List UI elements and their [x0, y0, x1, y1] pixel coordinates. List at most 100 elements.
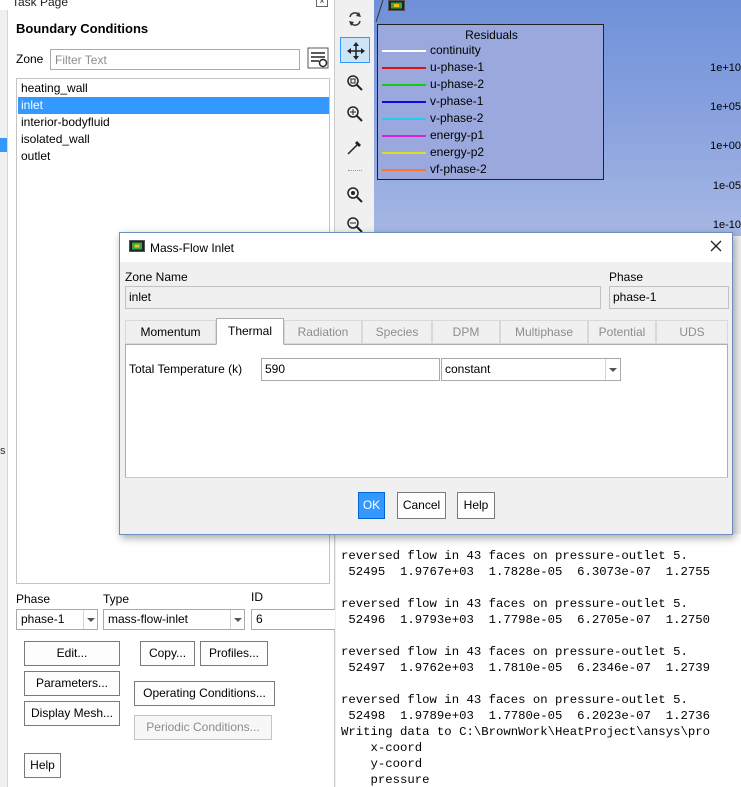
zone-label: Zone	[16, 52, 44, 66]
phase-select[interactable]: phase-1	[16, 609, 98, 630]
legend-label: energy-p2	[430, 145, 485, 159]
close-icon[interactable]: ×	[316, 0, 328, 7]
dialog-title: Mass-Flow Inlet	[150, 241, 235, 255]
zone-item-outlet[interactable]: outlet	[18, 148, 329, 165]
total-temperature-method-select[interactable]: constant	[441, 358, 621, 381]
legend-swatch	[382, 169, 426, 171]
console-line: 52498 1.9789e+03 1.7780e-05 6.2023e-07 1…	[341, 709, 710, 723]
mass-flow-inlet-dialog: Mass-Flow Inlet Zone Name inlet Phase ph…	[119, 232, 733, 535]
legend-entry: continuity	[382, 42, 602, 59]
y-tick-label: 1e-05	[712, 180, 741, 192]
close-icon[interactable]	[708, 238, 724, 254]
outline-selection-marker	[0, 138, 7, 152]
console-line: reversed flow in 43 faces on pressure-ou…	[341, 693, 688, 707]
dialog-phase-label: Phase	[609, 270, 644, 284]
legend-title: Residuals	[465, 28, 518, 42]
y-tick-label: 1e+00	[710, 140, 741, 152]
cancel-button[interactable]: Cancel	[397, 492, 446, 519]
zone-item-isolated-wall[interactable]: isolated_wall	[18, 131, 329, 148]
thermal-tab-panel: Total Temperature (k) 590 constant	[125, 344, 728, 478]
legend-label: energy-p1	[430, 128, 485, 142]
total-temperature-input[interactable]: 590	[261, 358, 440, 381]
dialog-divider	[125, 477, 728, 478]
tab-species[interactable]: Species	[362, 320, 432, 344]
tab-radiation[interactable]: Radiation	[284, 320, 362, 344]
legend-entry: vf-phase-2	[382, 161, 602, 178]
graphics-window[interactable]: Residuals continuity u-phase-1 u-phase-2 v-…	[374, 0, 741, 236]
tab-potential[interactable]: Potential	[588, 320, 656, 344]
rotate-icon[interactable]	[340, 6, 370, 32]
zoom-fit-icon[interactable]	[340, 70, 370, 96]
zoom-box-icon[interactable]	[340, 182, 370, 208]
console-line: 52495 1.9767e+03 1.7828e-05 6.3073e-07 1…	[341, 565, 710, 579]
legend-entry: energy-p2	[382, 144, 602, 161]
chevron-down-icon	[230, 610, 244, 629]
id-field[interactable]: 6	[251, 609, 335, 630]
chevron-down-icon	[83, 610, 97, 629]
phase-label: Phase	[16, 592, 51, 606]
id-label: ID	[251, 590, 263, 604]
tab-uds[interactable]: UDS	[656, 320, 728, 344]
zone-item-interior-bodyfluid[interactable]: interior-bodyfluid	[18, 114, 329, 131]
legend-swatch	[382, 50, 426, 52]
zoom-in-icon[interactable]	[340, 101, 370, 127]
id-field-value: 6	[256, 612, 263, 626]
chevron-down-icon	[605, 359, 620, 380]
legend-swatch	[382, 101, 426, 103]
panel-title: Boundary Conditions	[16, 21, 149, 36]
y-tick-label: 1e+10	[710, 62, 741, 74]
legend-label: v-phase-2	[430, 111, 484, 125]
type-select-value: mass-flow-inlet	[108, 612, 189, 626]
probe-icon[interactable]	[340, 134, 370, 160]
dialog-phase-field[interactable]: phase-1	[609, 286, 729, 309]
type-label: Type	[103, 592, 130, 606]
console-line: Writing data to C:\BrownWork\HeatProject…	[341, 725, 710, 739]
help-button[interactable]: Help	[24, 753, 61, 778]
legend-swatch	[382, 67, 426, 69]
residuals-legend: Residuals continuity u-phase-1 u-phase-2 v-…	[377, 24, 604, 180]
y-tick-label: 1e+05	[710, 101, 741, 113]
legend-label: vf-phase-2	[430, 162, 487, 176]
zone-name-field[interactable]: inlet	[125, 286, 601, 309]
legend-swatch	[382, 118, 426, 120]
total-temperature-label: Total Temperature (k)	[129, 362, 243, 376]
legend-entry: v-phase-2	[382, 110, 602, 127]
console-line: reversed flow in 43 faces on pressure-ou…	[341, 645, 688, 659]
periodic-conditions-button[interactable]: Periodic Conditions...	[134, 715, 272, 740]
dialog-help-button[interactable]: Help	[457, 492, 495, 519]
profiles-button[interactable]: Profiles...	[200, 641, 268, 666]
operating-conditions-button[interactable]: Operating Conditions...	[134, 681, 275, 706]
fluent-logo-icon	[388, 0, 405, 11]
parameters-button[interactable]: Parameters...	[24, 671, 120, 696]
zone-item-inlet[interactable]: inlet	[18, 97, 329, 114]
tab-momentum[interactable]: Momentum	[125, 320, 216, 344]
dialog-titlebar[interactable]: Mass-Flow Inlet	[120, 233, 732, 262]
console-line: reversed flow in 43 faces on pressure-ou…	[341, 549, 688, 563]
console-output[interactable]: reversed flow in 43 faces on pressure-ou…	[336, 534, 741, 787]
ok-button[interactable]: OK	[358, 492, 385, 519]
legend-label: v-phase-1	[430, 94, 484, 108]
tab-thermal[interactable]: Thermal	[216, 318, 284, 345]
outline-tree-strip: s	[0, 10, 8, 787]
legend-entry: energy-p1	[382, 127, 602, 144]
copy-button[interactable]: Copy...	[140, 641, 195, 666]
pan-icon[interactable]	[340, 37, 370, 63]
phase-select-value: phase-1	[21, 612, 65, 626]
tab-multiphase[interactable]: Multiphase	[500, 320, 588, 344]
graphics-toolbar	[336, 0, 374, 236]
zone-filter-input[interactable]	[50, 49, 300, 70]
legend-entry: u-phase-2	[382, 76, 602, 93]
type-select[interactable]: mass-flow-inlet	[103, 609, 245, 630]
zone-item-heating-wall[interactable]: heating_wall	[18, 80, 329, 97]
fluent-logo-icon	[129, 240, 145, 252]
filter-options-icon[interactable]	[307, 47, 329, 69]
console-line: pressure	[341, 773, 430, 787]
outline-text-fragment: s	[0, 445, 6, 457]
tab-dpm[interactable]: DPM	[432, 320, 500, 344]
edit-button[interactable]: Edit...	[24, 641, 120, 666]
task-page-title: Task Page	[12, 0, 69, 9]
legend-swatch	[382, 135, 426, 137]
display-mesh-button[interactable]: Display Mesh...	[24, 701, 120, 726]
legend-swatch	[382, 84, 426, 86]
toolbar-separator	[348, 170, 362, 171]
